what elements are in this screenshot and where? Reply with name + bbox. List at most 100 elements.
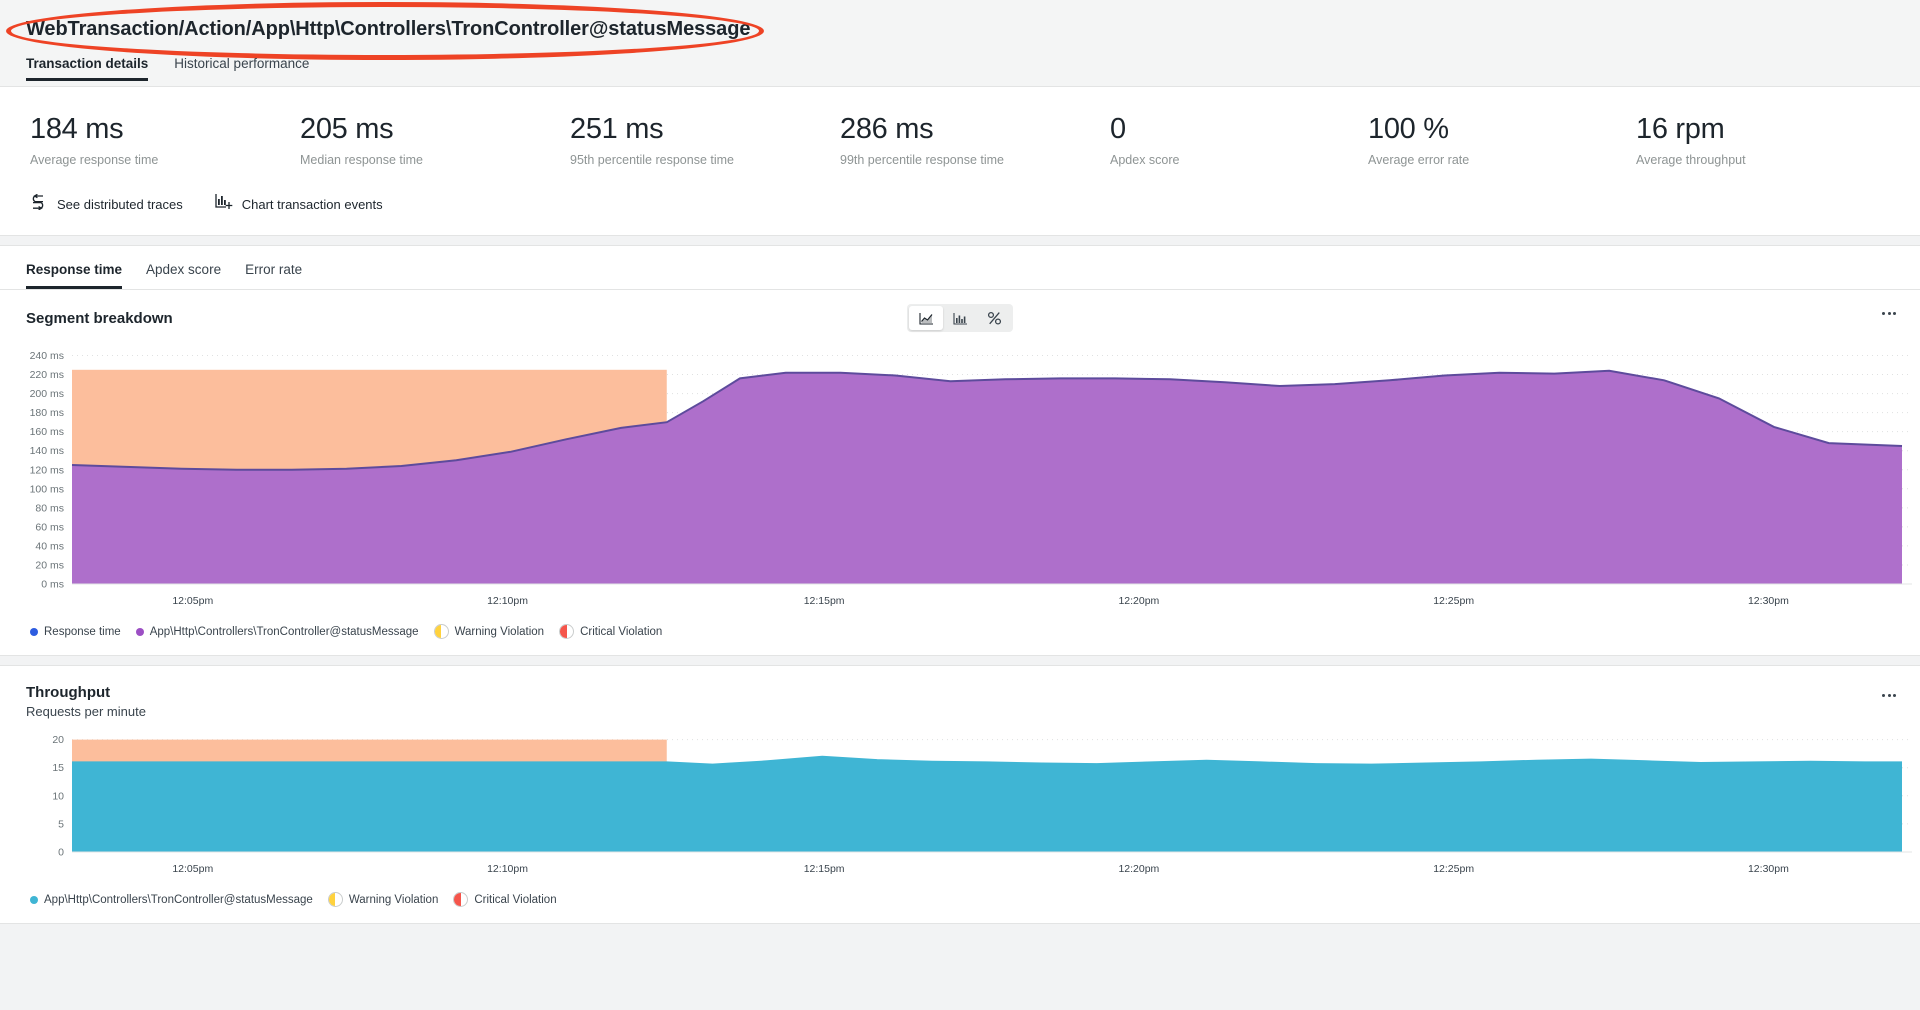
svg-text:12:30pm: 12:30pm [1748,595,1789,607]
throughput-chart-subtitle: Requests per minute [26,704,146,719]
svg-text:160 ms: 160 ms [30,426,64,438]
chart-type-toggle-group [907,304,1013,332]
percent-chart-toggle[interactable] [977,306,1011,330]
apm-transaction-page: WebTransaction/Action/App\Http\Controlle… [0,0,1920,1010]
metric-99th-percentile: 286 ms 99th percentile response time [840,111,1110,167]
segment-chart-menu-button[interactable] [1876,302,1902,324]
dot [1888,312,1891,315]
distributed-traces-icon [30,194,48,215]
action-links-row: See distributed traces Chart transaction… [0,167,1920,229]
svg-text:12:20pm: 12:20pm [1118,863,1159,875]
svg-text:12:20pm: 12:20pm [1118,595,1159,607]
metrics-summary-card: 184 ms Average response time 205 ms Medi… [0,86,1920,236]
tab-historical-performance[interactable]: Historical performance [174,56,309,81]
svg-text:0 ms: 0 ms [41,579,64,591]
tab-error-rate[interactable]: Error rate [245,262,302,289]
tab-response-time[interactable]: Response time [26,262,122,289]
svg-text:12:15pm: 12:15pm [804,863,845,875]
segment-chart-title: Segment breakdown [26,310,173,327]
metric-average-error-rate: 100 % Average error rate [1368,111,1636,167]
svg-text:10: 10 [52,790,64,802]
legend-item-warning-violation[interactable]: Warning Violation [434,624,545,639]
svg-text:80 ms: 80 ms [35,502,64,514]
metric-label: 99th percentile response time [840,153,1110,167]
svg-text:12:10pm: 12:10pm [487,595,528,607]
tab-apdex-score[interactable]: Apdex score [146,262,221,289]
metric-value: 184 ms [30,111,300,147]
legend-label: Critical Violation [474,894,556,906]
area-chart-toggle[interactable] [909,306,943,330]
chart-transaction-events-link[interactable]: Chart transaction events [215,193,383,215]
chart-events-icon [215,193,233,215]
legend-item-critical-violation[interactable]: Critical Violation [453,892,556,907]
warning-violation-icon [328,892,343,907]
legend-item-warning-violation[interactable]: Warning Violation [328,892,439,907]
metric-value: 0 [1110,111,1368,147]
dot [1893,312,1896,315]
metric-label: 95th percentile response time [570,153,840,167]
svg-text:20: 20 [52,734,64,746]
legend-color-swatch [136,628,144,636]
legend-color-swatch [30,896,38,904]
legend-label: Warning Violation [349,894,439,906]
metric-label: Median response time [300,153,570,167]
tab-transaction-details[interactable]: Transaction details [26,56,148,81]
segment-breakdown-card: Response time Apdex score Error rate Seg… [0,245,1920,656]
legend-label: Critical Violation [580,626,662,638]
svg-text:12:15pm: 12:15pm [804,595,845,607]
svg-text:60 ms: 60 ms [35,521,64,533]
svg-text:200 ms: 200 ms [30,388,64,400]
metric-average-response-time: 184 ms Average response time [30,111,300,167]
legend-color-swatch [30,628,38,636]
critical-violation-icon [559,624,574,639]
legend-item-transaction[interactable]: App\Http\Controllers\TronController@stat… [136,626,419,638]
svg-text:5: 5 [58,818,64,830]
bar-chart-toggle[interactable] [943,306,977,330]
warning-violation-icon [434,624,449,639]
legend-label: Warning Violation [455,626,545,638]
legend-label: Response time [44,626,121,638]
svg-text:12:05pm: 12:05pm [172,863,213,875]
metric-value: 100 % [1368,111,1636,147]
metric-value: 205 ms [300,111,570,147]
action-label: See distributed traces [57,197,183,212]
dot [1888,694,1891,697]
segment-chart-header: Segment breakdown [0,290,1920,336]
svg-text:12:25pm: 12:25pm [1433,863,1474,875]
segment-breakdown-chart[interactable]: 0 ms20 ms40 ms60 ms80 ms100 ms120 ms140 … [0,336,1920,616]
svg-text:140 ms: 140 ms [30,445,64,457]
legend-item-response-time[interactable]: Response time [30,626,121,638]
svg-text:12:10pm: 12:10pm [487,863,528,875]
metric-label: Average response time [30,153,300,167]
throughput-chart-menu-button[interactable] [1876,684,1902,706]
legend-item-transaction[interactable]: App\Http\Controllers\TronController@stat… [30,894,313,906]
throughput-chart-header: Throughput Requests per minute [0,666,1920,724]
critical-violation-icon [453,892,468,907]
metric-value: 16 rpm [1636,111,1746,147]
legend-item-critical-violation[interactable]: Critical Violation [559,624,662,639]
svg-text:12:30pm: 12:30pm [1748,863,1789,875]
svg-text:15: 15 [52,762,64,774]
throughput-chart[interactable]: 0 5 10 15 20 12:05pm 12:10pm 12:15pm 12:20pm 12:2… [0,724,1920,884]
page-title: WebTransaction/Action/App\Http\Controlle… [26,18,750,41]
dot [1882,694,1885,697]
throughput-card: Throughput Requests per minute 0 5 10 15 20 1… [0,665,1920,924]
svg-text:220 ms: 220 ms [30,369,64,381]
action-label: Chart transaction events [242,197,383,212]
throughput-chart-title: Throughput [26,684,146,701]
svg-text:12:25pm: 12:25pm [1433,595,1474,607]
metric-95th-percentile: 251 ms 95th percentile response time [570,111,840,167]
throughput-plot-area: 0 5 10 15 20 12:05pm 12:10pm 12:15pm 12:20pm 12:2… [0,724,1920,884]
metric-value: 286 ms [840,111,1110,147]
header-tabs: Transaction details Historical performan… [26,56,309,81]
see-distributed-traces-link[interactable]: See distributed traces [30,194,183,215]
metric-label: Average error rate [1368,153,1636,167]
svg-text:40 ms: 40 ms [35,540,64,552]
svg-text:0: 0 [58,847,64,859]
dot [1893,694,1896,697]
segment-chart-legend: Response time App\Http\Controllers\TronC… [0,616,1920,655]
svg-text:240 ms: 240 ms [30,350,64,362]
metric-median-response-time: 205 ms Median response time [300,111,570,167]
svg-text:120 ms: 120 ms [30,464,64,476]
svg-text:12:05pm: 12:05pm [172,595,213,607]
